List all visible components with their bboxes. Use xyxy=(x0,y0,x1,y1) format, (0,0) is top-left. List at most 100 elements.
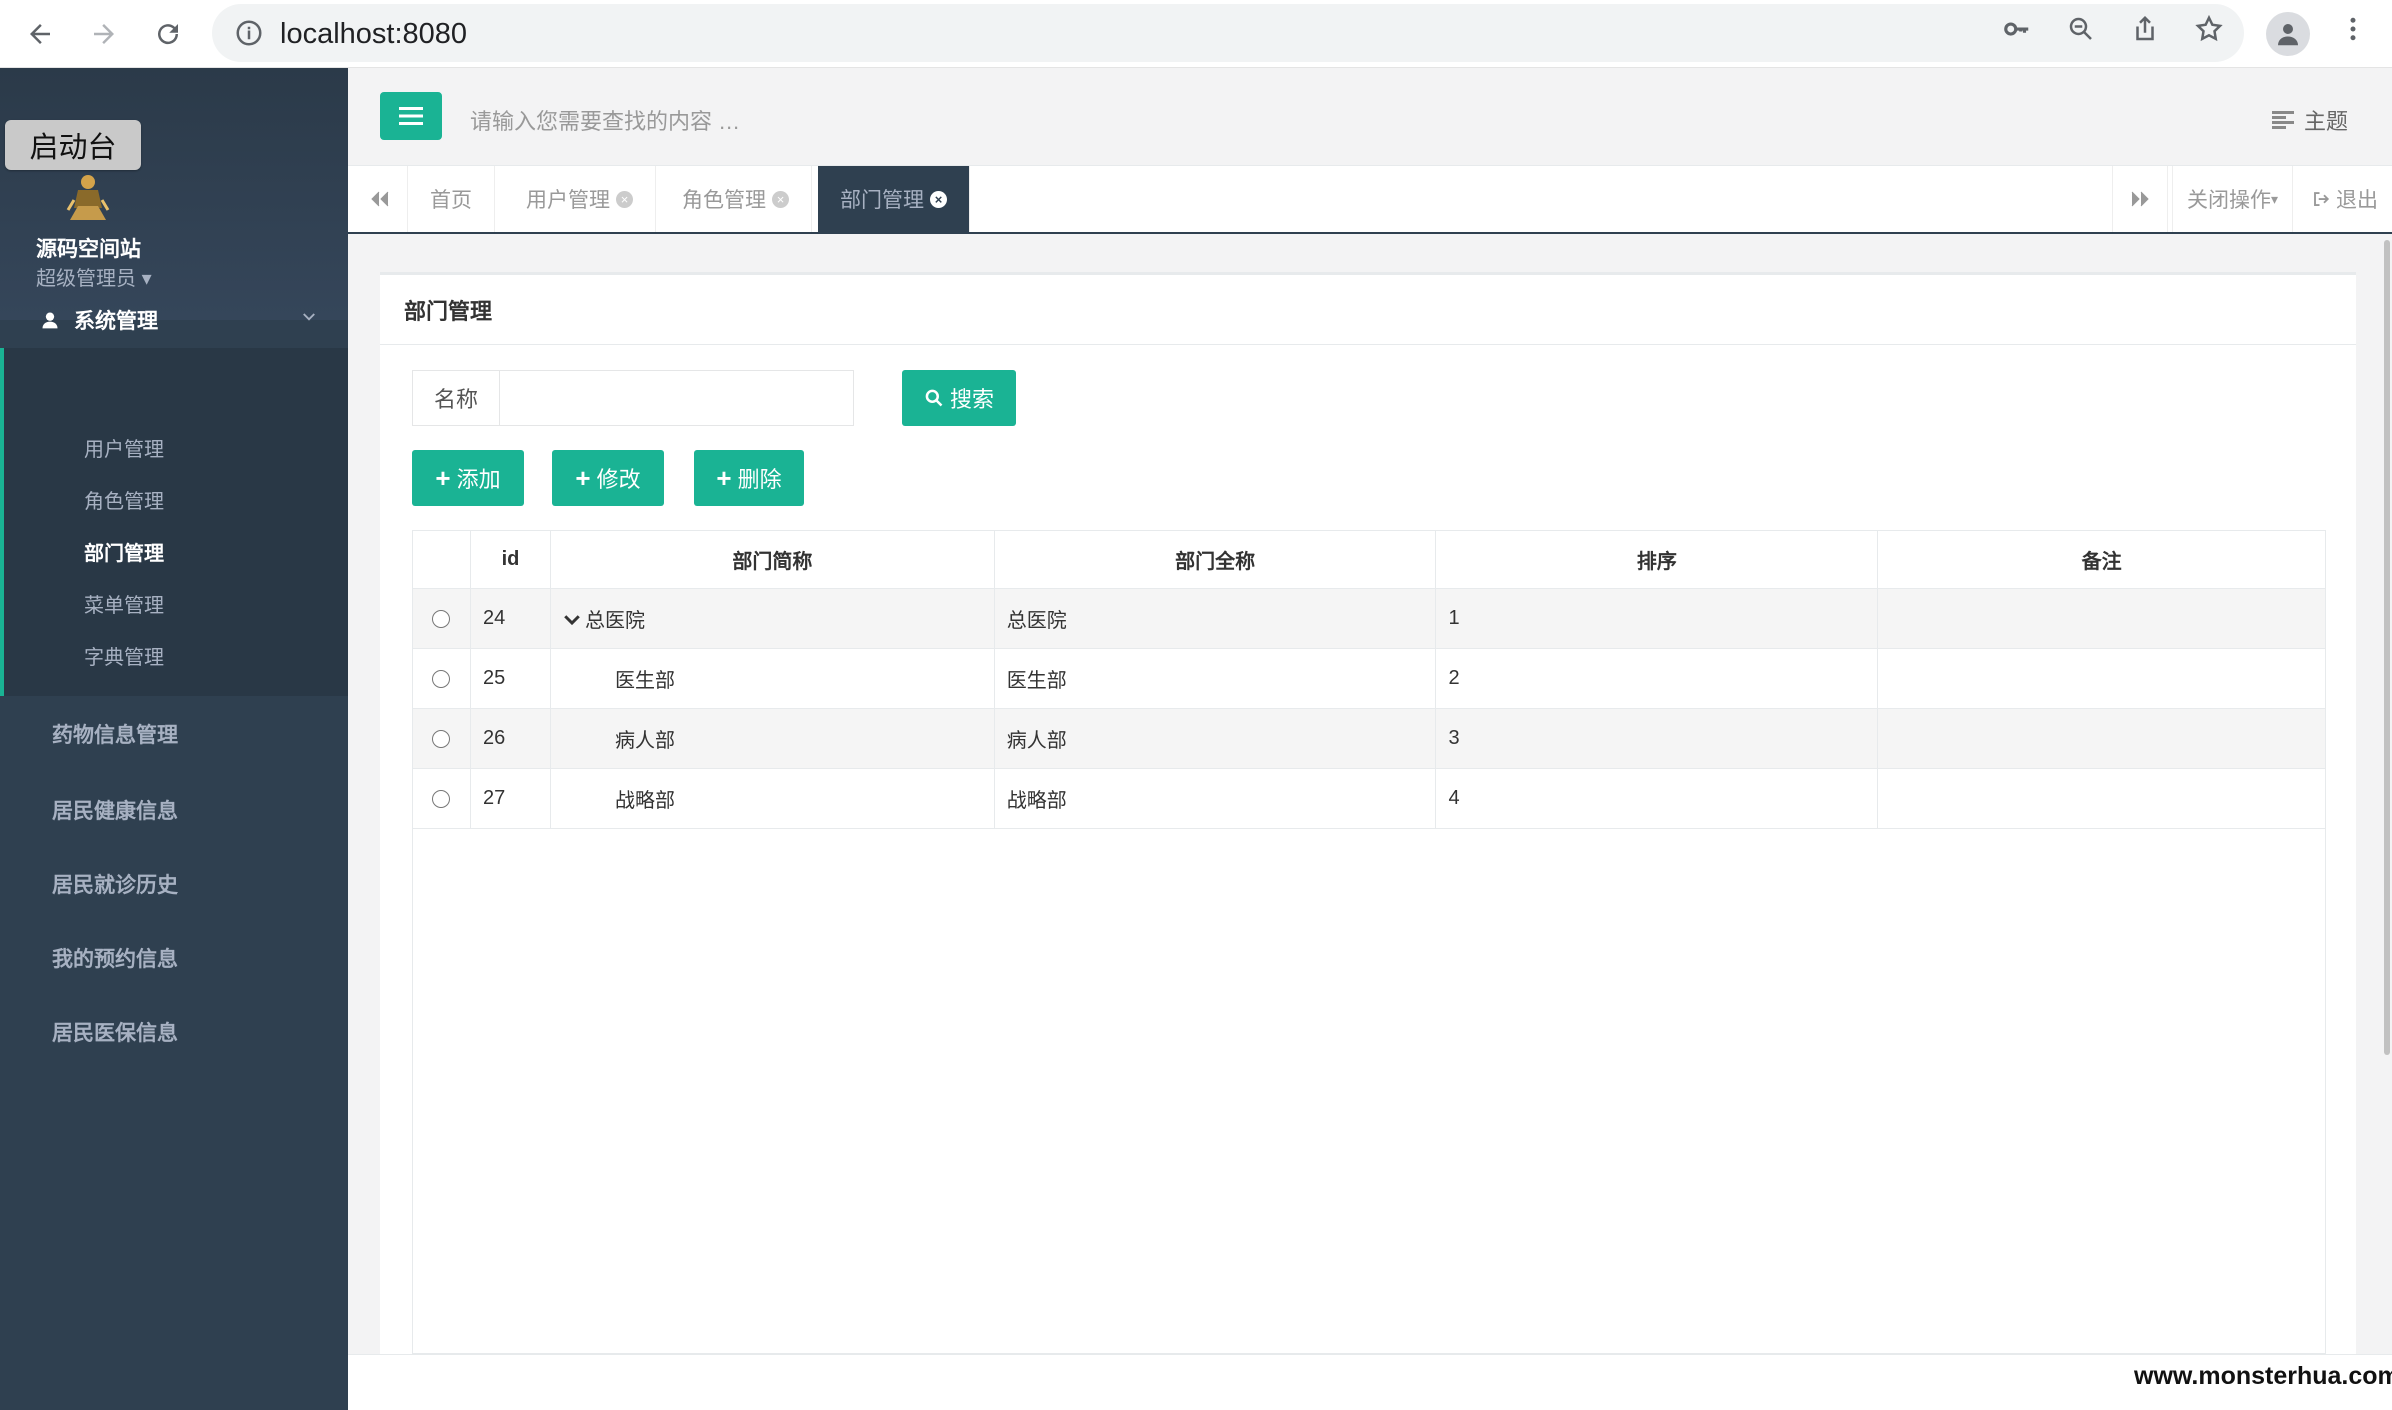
double-right-icon xyxy=(2131,191,2149,207)
forward-arrow-icon[interactable] xyxy=(80,10,128,58)
key-icon[interactable] xyxy=(2000,12,2034,46)
menu-system-management[interactable]: 系统管理 xyxy=(40,302,158,338)
sidebar-item-my-appointments[interactable]: 我的预约信息 xyxy=(52,943,178,973)
sidebar-item-medical-insurance[interactable]: 居民医保信息 xyxy=(52,1017,178,1047)
scrollbar[interactable] xyxy=(2384,240,2390,1055)
row-radio[interactable] xyxy=(432,729,451,748)
delete-button[interactable]: + 删除 xyxy=(694,450,804,506)
avatar[interactable] xyxy=(60,170,116,226)
table-header-row: id 部门简称 部门全称 排序 备注 xyxy=(412,530,2326,589)
caret-down-icon: ▾ xyxy=(141,268,152,290)
footer xyxy=(348,1354,2392,1410)
tab-users[interactable]: 用户管理 × xyxy=(504,166,656,232)
share-icon[interactable] xyxy=(2128,12,2162,46)
info-icon[interactable] xyxy=(234,18,264,53)
site-name: 源码空间站 xyxy=(36,238,141,261)
tab-departments[interactable]: 部门管理 × xyxy=(818,166,970,232)
table-row[interactable]: 24 总医院 总医院 1 xyxy=(412,588,2326,649)
column-header-id[interactable]: id xyxy=(469,530,551,589)
cell-full-name: 病人部 xyxy=(993,708,1437,769)
name-search-input[interactable] xyxy=(499,370,854,426)
role-dropdown[interactable]: 超级管理员 ▾ xyxy=(36,262,152,291)
watermark: www.monsterhua.com xyxy=(2134,1362,2392,1390)
kebab-menu-icon[interactable] xyxy=(2336,12,2370,46)
chevron-down-icon[interactable] xyxy=(563,610,581,633)
plus-icon: + xyxy=(716,463,732,493)
column-header-select xyxy=(412,530,471,589)
logout-button[interactable]: 退出 xyxy=(2312,166,2378,232)
reload-icon[interactable] xyxy=(144,10,192,58)
profile-icon[interactable] xyxy=(2266,12,2310,56)
cell-short-name: 医生部 xyxy=(549,648,995,709)
cell-full-name: 医生部 xyxy=(993,648,1437,709)
cell-full-name: 总医院 xyxy=(993,588,1437,649)
table-row[interactable]: 27 战略部 战略部 4 xyxy=(412,768,2326,829)
close-icon[interactable]: × xyxy=(930,190,947,208)
cell-short-name: 病人部 xyxy=(549,708,995,769)
double-left-icon xyxy=(370,191,388,207)
panel-title: 部门管理 xyxy=(404,299,493,324)
zoom-icon[interactable] xyxy=(2064,12,2098,46)
sidebar-item-departments[interactable]: 部门管理 xyxy=(84,537,164,566)
tab-home-label: 首页 xyxy=(430,189,472,212)
close-icon[interactable]: × xyxy=(616,190,633,208)
chevron-down-icon[interactable] xyxy=(300,308,318,331)
cell-order: 4 xyxy=(1435,768,1879,829)
edit-button[interactable]: + 修改 xyxy=(552,450,664,506)
close-icon[interactable]: × xyxy=(772,190,789,208)
department-table: id 部门简称 部门全称 排序 备注 24 总医院 总医院 1 25 医生部 医… xyxy=(412,530,2326,829)
menu-toggle-button[interactable] xyxy=(380,92,442,140)
cell-short-name: 战略部 xyxy=(549,768,995,829)
cell-order: 2 xyxy=(1435,648,1879,709)
cell-id: 24 xyxy=(469,588,551,649)
cell-id: 27 xyxy=(469,768,551,829)
cell-note xyxy=(1877,588,2326,649)
logout-icon xyxy=(2314,192,2330,206)
add-button[interactable]: + 添加 xyxy=(412,450,524,506)
theme-label: 主题 xyxy=(2304,109,2349,134)
url-text: localhost:8080 xyxy=(280,18,468,50)
tab-users-label: 用户管理 xyxy=(526,189,610,212)
search-button[interactable]: 搜索 xyxy=(902,370,1016,426)
sidebar-item-dictionary[interactable]: 字典管理 xyxy=(84,641,164,670)
profile-area: 启动台 源码空间站 超级管理员 ▾ xyxy=(0,68,348,320)
sidebar-item-resident-health[interactable]: 居民健康信息 xyxy=(52,795,178,825)
theme-button[interactable]: 主题 xyxy=(2272,104,2348,136)
cell-order: 1 xyxy=(1435,588,1879,649)
delete-button-label: 删除 xyxy=(737,467,782,492)
caret-down-icon: ▾ xyxy=(2271,190,2279,207)
sidebar-item-users[interactable]: 用户管理 xyxy=(84,433,164,462)
close-ops-label: 关闭操作 xyxy=(2187,189,2271,212)
cell-short-name: 总医院 xyxy=(549,588,995,649)
theme-icon xyxy=(2272,111,2294,129)
sidebar-item-drug-info[interactable]: 药物信息管理 xyxy=(52,719,178,749)
back-arrow-icon[interactable] xyxy=(16,10,64,58)
panel-divider xyxy=(380,344,2356,345)
cell-note xyxy=(1877,768,2326,829)
tab-scroll-left[interactable] xyxy=(352,166,408,232)
row-radio[interactable] xyxy=(432,609,451,628)
column-header-short-name[interactable]: 部门简称 xyxy=(549,530,995,589)
column-header-full-name[interactable]: 部门全称 xyxy=(993,530,1437,589)
row-radio[interactable] xyxy=(432,669,451,688)
column-header-note[interactable]: 备注 xyxy=(1877,530,2326,589)
sidebar-item-visit-history[interactable]: 居民就诊历史 xyxy=(52,869,178,899)
global-search-input[interactable]: 请输入您需要查找的内容 … xyxy=(470,104,740,136)
cell-full-name: 战略部 xyxy=(993,768,1437,829)
sidebar-item-menus[interactable]: 菜单管理 xyxy=(84,589,164,618)
cell-note xyxy=(1877,708,2326,769)
launcher-button[interactable]: 启动台 xyxy=(5,120,141,170)
tab-roles[interactable]: 角色管理 × xyxy=(660,166,812,232)
tab-home[interactable]: 首页 xyxy=(408,166,495,232)
close-operations-dropdown[interactable]: 关闭操作 ▾ xyxy=(2172,166,2294,232)
table-row[interactable]: 25 医生部 医生部 2 xyxy=(412,648,2326,709)
column-header-order[interactable]: 排序 xyxy=(1435,530,1879,589)
tab-scroll-right[interactable] xyxy=(2112,166,2168,232)
hamburger-icon xyxy=(399,107,423,125)
plus-icon: + xyxy=(435,463,451,493)
star-icon[interactable] xyxy=(2192,12,2226,46)
table-row[interactable]: 26 病人部 病人部 3 xyxy=(412,708,2326,769)
row-radio[interactable] xyxy=(432,789,451,808)
address-bar[interactable]: localhost:8080 xyxy=(212,4,2244,62)
sidebar-item-roles[interactable]: 角色管理 xyxy=(84,485,164,514)
